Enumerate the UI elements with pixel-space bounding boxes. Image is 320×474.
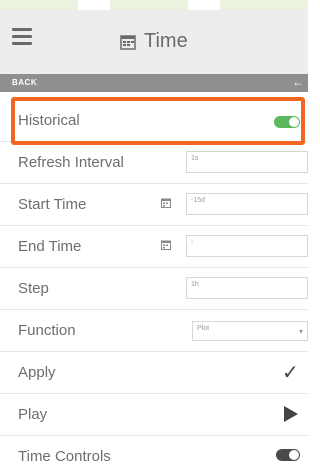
checkmark-icon[interactable]: ✓ bbox=[282, 360, 299, 385]
chevron-down-icon: ▾ bbox=[298, 327, 303, 336]
row-refresh-interval: Refresh Interval 1s bbox=[0, 142, 308, 184]
header-bar: Time bbox=[0, 10, 308, 74]
function-label: Function bbox=[18, 322, 76, 339]
start-time-input[interactable]: -15d bbox=[186, 193, 308, 215]
row-start-time: Start Time -15d bbox=[0, 184, 308, 226]
time-controls-label: Time Controls bbox=[18, 448, 111, 465]
row-play[interactable]: Play bbox=[0, 394, 308, 436]
play-label: Play bbox=[18, 406, 48, 423]
row-time-controls: Time Controls bbox=[0, 436, 308, 474]
menu-icon[interactable] bbox=[12, 28, 32, 46]
top-strip bbox=[0, 0, 308, 10]
step-input[interactable]: 1h bbox=[186, 277, 308, 299]
function-select[interactable]: Plot ▾ bbox=[192, 321, 308, 341]
row-step: Step 1h bbox=[0, 268, 308, 310]
end-time-input[interactable]: - bbox=[186, 235, 308, 257]
time-controls-toggle[interactable] bbox=[276, 449, 300, 461]
row-apply[interactable]: Apply ✓ bbox=[0, 352, 308, 394]
back-bar[interactable]: BACK ← bbox=[0, 74, 308, 92]
end-time-calendar-icon[interactable] bbox=[161, 240, 171, 250]
row-function: Function Plot ▾ bbox=[0, 310, 308, 352]
page-title: Time bbox=[144, 30, 188, 52]
step-label: Step bbox=[18, 280, 49, 297]
function-select-value: Plot bbox=[197, 325, 210, 332]
calendar-icon bbox=[120, 34, 136, 50]
refresh-interval-label: Refresh Interval bbox=[18, 154, 124, 171]
start-time-label: Start Time bbox=[18, 196, 87, 213]
back-label: BACK bbox=[12, 78, 38, 87]
start-time-calendar-icon[interactable] bbox=[161, 198, 171, 208]
play-icon[interactable] bbox=[284, 406, 298, 422]
back-arrow-icon[interactable]: ← bbox=[292, 75, 304, 89]
end-time-label: End Time bbox=[18, 238, 82, 255]
highlight-box bbox=[11, 97, 305, 145]
row-end-time: End Time - bbox=[0, 226, 308, 268]
refresh-interval-input[interactable]: 1s bbox=[186, 151, 308, 173]
header-title-group: Time bbox=[120, 30, 188, 53]
apply-label: Apply bbox=[18, 364, 56, 381]
